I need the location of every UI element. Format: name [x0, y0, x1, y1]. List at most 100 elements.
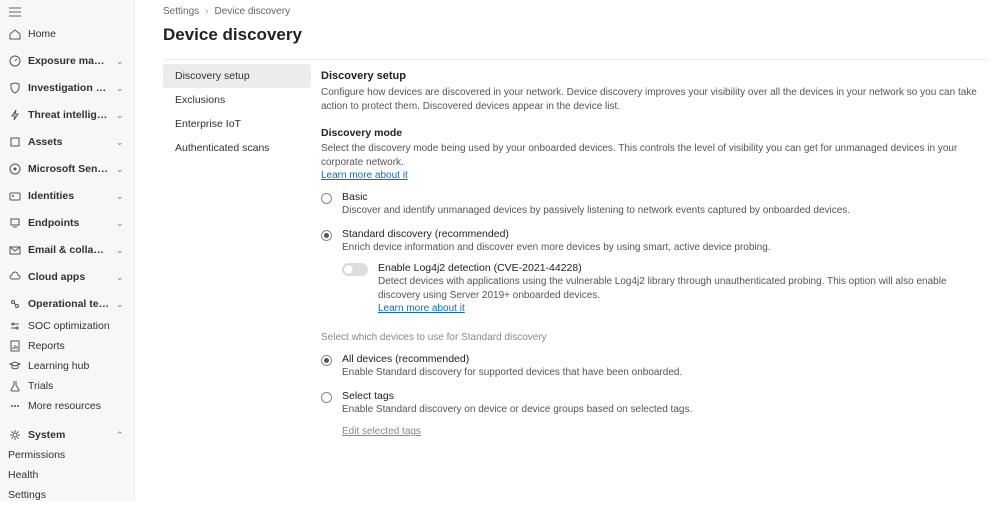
- sentinel-icon: [8, 162, 22, 176]
- sidebar-item-label: Endpoints: [28, 217, 110, 229]
- section-discovery-mode-desc: Select the discovery mode being used by …: [321, 142, 986, 169]
- tab-authenticated-scans[interactable]: Authenticated scans: [163, 136, 311, 160]
- learn-more-link[interactable]: Learn more about it: [321, 170, 408, 181]
- sidebar-item-label: Investigation & response: [28, 82, 110, 94]
- sidebar-item-operational-technology[interactable]: Operational technology⌄: [0, 294, 134, 314]
- mail-icon: [8, 243, 22, 257]
- endpoint-icon: [8, 216, 22, 230]
- chevron-down-icon: ⌄: [116, 110, 126, 121]
- chevron-down-icon: ⌄: [116, 272, 126, 283]
- section-select-devices: Select which devices to use for Standard…: [321, 332, 986, 343]
- id-icon: [8, 189, 22, 203]
- sidebar-item-threat-intelligence[interactable]: Threat intelligence ⌄: [0, 105, 134, 125]
- chevron-down-icon: ⌄: [116, 245, 126, 256]
- breadcrumb-item-current[interactable]: Device discovery: [214, 6, 290, 17]
- toggle-log4j: Enable Log4j2 detection (CVE-2021-44228)…: [342, 262, 986, 314]
- sidebar-item-label: Home: [28, 28, 126, 40]
- sidebar-item-more-resources[interactable]: More resources: [0, 396, 134, 416]
- gauge-icon: [8, 54, 22, 68]
- vertical-tabs: Discovery setupExclusionsEnterprise IoTA…: [163, 60, 311, 437]
- sidebar-item-label: System: [28, 429, 110, 441]
- radio-basic-input[interactable]: [321, 193, 332, 204]
- sidebar-item-microsoft-sentinel[interactable]: Microsoft Sentinel ⌄: [0, 159, 134, 179]
- breadcrumb-item-settings[interactable]: Settings: [163, 6, 199, 17]
- chevron-down-icon: ⌄: [116, 83, 126, 94]
- radio-standard-input[interactable]: [321, 230, 332, 241]
- gear-icon: [8, 428, 22, 442]
- nav-system: System ⌃ Permissions Health Settings: [0, 418, 134, 505]
- report-icon: [8, 339, 22, 353]
- sidebar-item-label: Email & collaboration: [28, 244, 110, 256]
- toggle-log4j-desc: Detect devices with applications using t…: [378, 275, 986, 302]
- radio-basic-label: Basic: [342, 191, 986, 203]
- sidebar-item-assets[interactable]: Assets ⌄: [0, 132, 134, 152]
- sidebar-item-identities[interactable]: Identities⌄: [0, 186, 134, 206]
- sidebar-item-home[interactable]: Home: [0, 24, 134, 44]
- sidebar-item-label: Permissions: [8, 449, 126, 461]
- sidebar-item-label: Exposure management: [28, 55, 110, 67]
- sidebar-item-settings[interactable]: Settings: [0, 485, 134, 505]
- sidebar: HomeExposure management⌄Investigation & …: [0, 0, 135, 501]
- sidebar-item-label: Cloud apps: [28, 271, 110, 283]
- radio-basic-desc: Discover and identify unmanaged devices …: [342, 204, 986, 218]
- tune-icon: [8, 319, 22, 333]
- sidebar-item-email-collaboration[interactable]: Email & collaboration ⌄: [0, 240, 134, 260]
- sidebar-item-label: Settings: [8, 489, 126, 501]
- sidebar-item-investigation-response[interactable]: Investigation & response ⌄: [0, 78, 134, 98]
- radio-select-tags-input[interactable]: [321, 392, 332, 403]
- ot-icon: [8, 297, 22, 311]
- radio-select-tags: Select tags Enable Standard discovery on…: [321, 390, 986, 417]
- sidebar-item-endpoints[interactable]: Endpoints⌄: [0, 213, 134, 233]
- learn-more-log4j-link[interactable]: Learn more about it: [378, 303, 465, 314]
- sidebar-item-label: Trials: [28, 380, 126, 392]
- sidebar-item-label: SOC optimization: [28, 320, 126, 332]
- radio-all-devices-label: All devices (recommended): [342, 353, 986, 365]
- cloud-icon: [8, 270, 22, 284]
- sidebar-item-cloud-apps[interactable]: Cloud apps ⌄: [0, 267, 134, 287]
- sidebar-item-label: Threat intelligence: [28, 109, 110, 121]
- sidebar-item-label: Health: [8, 469, 126, 481]
- edit-selected-tags-link[interactable]: Edit selected tags: [342, 426, 421, 437]
- tab-exclusions[interactable]: Exclusions: [163, 88, 311, 112]
- menu-toggle-icon[interactable]: [0, 4, 134, 20]
- sidebar-item-learning-hub[interactable]: Learning hub: [0, 356, 134, 376]
- chevron-down-icon: ⌄: [116, 56, 126, 67]
- section-discovery-mode: Discovery mode: [321, 127, 986, 139]
- radio-standard-desc: Enrich device information and discover e…: [342, 241, 986, 255]
- tab-discovery-setup[interactable]: Discovery setup: [163, 64, 311, 88]
- flask-icon: [8, 379, 22, 393]
- sidebar-item-label: Learning hub: [28, 360, 126, 372]
- radio-all-devices-input[interactable]: [321, 355, 332, 366]
- sidebar-item-label: Assets: [28, 136, 110, 148]
- sidebar-item-soc-optimization[interactable]: SOC optimization: [0, 316, 134, 336]
- panel-heading: Discovery setup: [321, 70, 986, 82]
- radio-basic: Basic Discover and identify unmanaged de…: [321, 191, 986, 218]
- box-icon: [8, 135, 22, 149]
- toggle-log4j-switch[interactable]: [342, 263, 368, 276]
- sidebar-item-label: Microsoft Sentinel: [28, 163, 110, 175]
- learn-icon: [8, 359, 22, 373]
- chevron-down-icon: ⌄: [116, 299, 126, 310]
- nav-secondary: SOC optimization Reports Learning hub Trial…: [0, 316, 134, 416]
- radio-standard: Standard discovery (recommended) Enrich …: [321, 228, 986, 315]
- radio-standard-label: Standard discovery (recommended): [342, 228, 986, 240]
- sidebar-item-label: Reports: [28, 340, 126, 352]
- radio-all-devices: All devices (recommended) Enable Standar…: [321, 353, 986, 380]
- chevron-down-icon: ⌄: [116, 164, 126, 175]
- sidebar-item-label: More resources: [28, 400, 126, 412]
- page-title: Device discovery: [163, 25, 988, 45]
- chevron-down-icon: ⌄: [116, 137, 126, 148]
- sidebar-item-system[interactable]: System ⌃: [0, 425, 134, 445]
- panel-discovery-setup: Discovery setup Configure how devices ar…: [311, 60, 988, 437]
- chevron-up-icon: ⌃: [116, 430, 126, 441]
- sidebar-item-trials[interactable]: Trials: [0, 376, 134, 396]
- radio-all-devices-desc: Enable Standard discovery for supported …: [342, 366, 986, 380]
- sidebar-item-permissions[interactable]: Permissions: [0, 445, 134, 465]
- sidebar-item-reports[interactable]: Reports: [0, 336, 134, 356]
- sidebar-item-label: Identities: [28, 190, 110, 202]
- sidebar-item-exposure-management[interactable]: Exposure management ⌄: [0, 51, 134, 71]
- sidebar-item-health[interactable]: Health: [0, 465, 134, 485]
- tab-enterprise-iot[interactable]: Enterprise IoT: [163, 112, 311, 136]
- main-area: Settings › Device discovery Device disco…: [135, 0, 1000, 501]
- radio-select-tags-desc: Enable Standard discovery on device or d…: [342, 403, 986, 417]
